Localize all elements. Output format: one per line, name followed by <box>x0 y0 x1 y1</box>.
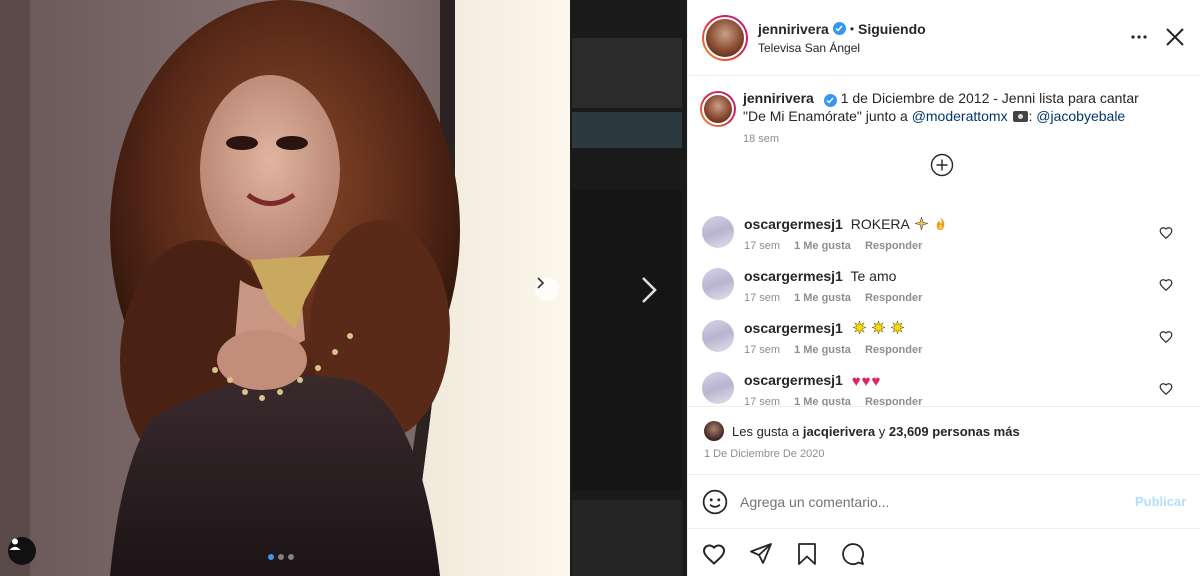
liker-avatar[interactable] <box>704 421 724 441</box>
heart-icon[interactable] <box>1159 226 1173 240</box>
comment-timestamp: 17 sem <box>744 292 781 304</box>
comment-input[interactable] <box>740 489 1120 515</box>
heart-icon <box>702 544 726 565</box>
comment-item: oscargermesj1 ♥♥♥ 17 sem 1 Me gusta Resp… <box>702 372 1188 407</box>
comment-text: ROKERA <box>850 216 910 232</box>
sparkles-emoji-icon <box>914 217 928 230</box>
post-actions <box>688 528 1200 576</box>
heart-icon[interactable] <box>1159 330 1173 344</box>
star-burst-emoji-icon <box>871 321 885 334</box>
mention-link[interactable]: @moderattomx <box>912 108 1008 124</box>
commenter-avatar[interactable] <box>702 216 734 248</box>
add-comment-bar: Publicar <box>688 474 1200 528</box>
post-stats: Les gusta a jacqierivera y 23,609 person… <box>688 406 1200 460</box>
comment-text: Te amo <box>850 268 897 284</box>
post-photo[interactable] <box>0 0 570 576</box>
carousel-next-button[interactable] <box>535 277 559 301</box>
mention-link[interactable]: @jacobyebale <box>1036 108 1125 124</box>
carousel-indicator <box>268 554 294 560</box>
comment-item: oscargermesj1 17 sem 1 Me gusta Responde… <box>702 320 1188 364</box>
likes-summary: Les gusta a jacqierivera y 23,609 person… <box>704 421 1020 441</box>
commenter-avatar[interactable] <box>702 372 734 404</box>
comments-list[interactable]: jennirivera 1 de Diciembre de 2012 - Jen… <box>688 77 1200 407</box>
comment-likes-link[interactable]: 1 Me gusta <box>794 344 851 356</box>
background-post-tile <box>572 190 682 490</box>
reply-button[interactable]: Responder <box>865 344 922 356</box>
paper-plane-icon <box>750 543 772 564</box>
bookmark-icon <box>798 543 816 565</box>
author-avatar[interactable] <box>702 14 748 61</box>
close-icon[interactable] <box>1162 24 1188 50</box>
commenter-avatar[interactable] <box>702 320 734 352</box>
user-icon <box>9 538 21 550</box>
author-avatar[interactable] <box>700 91 736 127</box>
comment-timestamp: 17 sem <box>744 344 781 356</box>
speech-bubble-icon <box>842 543 864 565</box>
chevron-right-icon <box>537 277 545 289</box>
separator-dot: • <box>849 21 855 36</box>
post-photo-image <box>0 0 570 576</box>
heart-icon[interactable] <box>1159 382 1173 396</box>
background-post-tile <box>572 500 682 576</box>
share-button[interactable] <box>794 541 820 567</box>
chevron-right-icon <box>642 277 657 303</box>
comment-timestamp: 17 sem <box>744 240 781 252</box>
commenter-username[interactable]: oscargermesj1 <box>744 268 843 284</box>
author-username[interactable]: jennirivera <box>758 21 829 37</box>
heart-emoji-icon: ♥ <box>851 373 861 390</box>
heart-emoji-icon: ♥ <box>871 373 881 390</box>
star-burst-emoji-icon <box>852 321 866 334</box>
heart-icon[interactable] <box>1159 278 1173 292</box>
comment-item: oscargermesj1 Te amo 17 sem 1 Me gusta R… <box>702 268 1188 312</box>
commenter-username[interactable]: oscargermesj1 <box>744 372 843 388</box>
post-caption: jennirivera 1 de Diciembre de 2012 - Jen… <box>700 89 1160 145</box>
caption-timestamp: 18 sem <box>743 133 780 145</box>
post-comment-button[interactable]: Publicar <box>1135 494 1186 509</box>
following-button[interactable]: Siguiendo <box>858 21 926 37</box>
post-location[interactable]: Televisa San Ángel <box>758 41 926 55</box>
comment-item: oscargermesj1 ROKERA 17 sem 1 Me gusta R… <box>702 216 1188 260</box>
carousel-dot <box>278 554 284 560</box>
carousel-dot <box>268 554 274 560</box>
caption-username[interactable]: jennirivera <box>743 90 814 106</box>
comment-likes-link[interactable]: 1 Me gusta <box>794 240 851 252</box>
background-post-tile <box>572 112 682 148</box>
likes-prefix: Les gusta a <box>732 423 800 439</box>
commenter-avatar[interactable] <box>702 268 734 300</box>
commenter-username[interactable]: oscargermesj1 <box>744 320 843 336</box>
likes-count-link[interactable]: 23,609 personas más <box>889 424 1020 439</box>
post-header: jennirivera • Siguiendo Televisa San Áng… <box>688 0 1200 76</box>
next-post-button[interactable] <box>632 270 666 310</box>
verified-badge-icon <box>832 22 846 35</box>
likes-joiner: y <box>878 423 886 439</box>
reply-button[interactable]: Responder <box>865 292 922 304</box>
star-burst-emoji-icon <box>890 321 904 334</box>
carousel-dot <box>288 554 294 560</box>
load-more-comments-icon[interactable] <box>930 153 954 177</box>
commenter-username[interactable]: oscargermesj1 <box>744 216 843 232</box>
fire-emoji-icon <box>936 217 945 230</box>
comment-button[interactable] <box>748 541 774 567</box>
background-post-tile <box>572 38 682 108</box>
comment-likes-link[interactable]: 1 Me gusta <box>794 292 851 304</box>
verified-badge-icon <box>823 94 837 107</box>
heart-emoji-icon: ♥ <box>861 373 871 390</box>
message-button[interactable] <box>840 541 866 567</box>
more-options-icon[interactable] <box>1128 26 1150 48</box>
liker-username[interactable]: jacqierivera <box>803 424 875 439</box>
like-button[interactable] <box>701 541 727 567</box>
camera-emoji-icon <box>1012 111 1028 122</box>
post-side-panel: jennirivera • Siguiendo Televisa San Áng… <box>687 0 1200 576</box>
post-date: 1 De Diciembre De 2020 <box>704 448 825 460</box>
reply-button[interactable]: Responder <box>865 240 922 252</box>
emoji-picker-icon[interactable] <box>702 489 728 515</box>
tagged-users-button[interactable] <box>8 537 36 565</box>
